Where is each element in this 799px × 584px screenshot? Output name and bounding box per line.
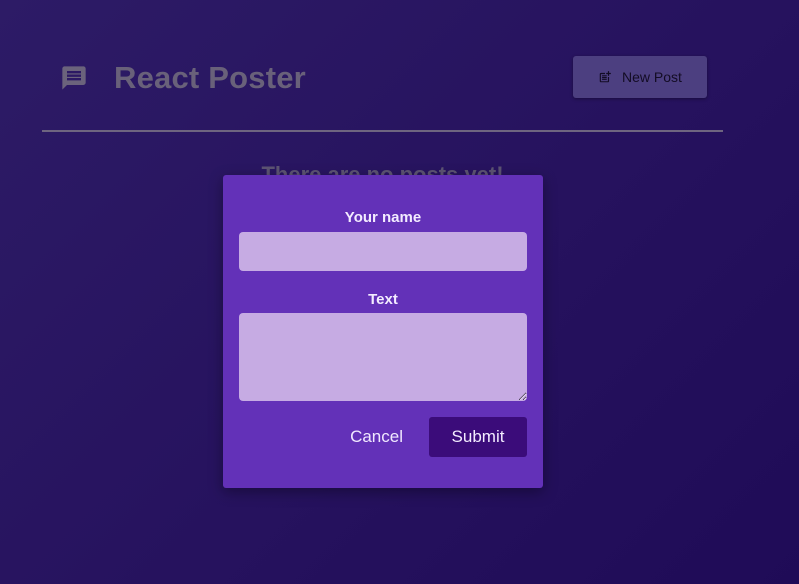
logo: React Poster [60, 60, 306, 96]
new-post-modal: Your name Text Cancel Submit [223, 175, 543, 488]
text-input[interactable] [239, 313, 527, 401]
text-label: Text [368, 291, 398, 308]
message-icon [60, 64, 88, 92]
post-add-icon [598, 70, 612, 84]
name-input[interactable] [239, 232, 527, 271]
name-label: Your name [344, 209, 422, 226]
app-title: React Poster [114, 60, 306, 95]
page-header: React Poster New Post [42, 40, 723, 132]
cancel-button[interactable]: Cancel [350, 427, 403, 447]
new-post-label: New Post [622, 69, 682, 85]
modal-actions: Cancel Submit [239, 417, 527, 457]
submit-button[interactable]: Submit [429, 417, 527, 457]
new-post-button[interactable]: New Post [573, 56, 707, 98]
